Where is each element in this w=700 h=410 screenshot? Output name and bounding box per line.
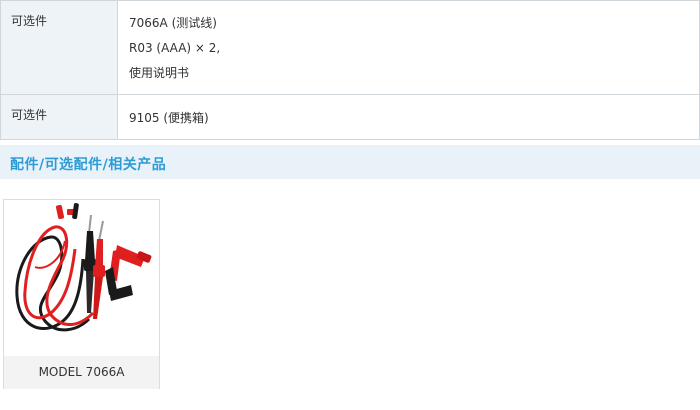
row-value: 9105 (便携箱) <box>117 94 700 140</box>
table-row: 可选件 9105 (便携箱) <box>0 94 700 140</box>
row-value: 7066A (测试线) R03 (AAA) × 2, 使用说明书 <box>117 0 700 95</box>
section-title: 配件/可选配件/相关产品 <box>10 157 167 173</box>
row-label: 可选件 <box>0 94 118 140</box>
test-leads-image[interactable] <box>5 201 158 355</box>
section-header: 配件/可选配件/相关产品 <box>0 145 700 179</box>
value-line: 使用说明书 <box>129 66 190 80</box>
product-card[interactable]: MODEL 7066A <box>3 199 160 389</box>
value-line: 9105 (便携箱) <box>129 111 209 125</box>
product-name[interactable]: MODEL 7066A <box>4 356 159 389</box>
spec-table: 可选件 7066A (测试线) R03 (AAA) × 2, 使用说明书 可选件… <box>0 0 700 140</box>
row-label: 可选件 <box>0 0 118 95</box>
value-line: 7066A (测试线) <box>129 16 217 30</box>
value-line: R03 (AAA) × 2, <box>129 41 221 55</box>
table-row: 可选件 7066A (测试线) R03 (AAA) × 2, 使用说明书 <box>0 0 700 95</box>
